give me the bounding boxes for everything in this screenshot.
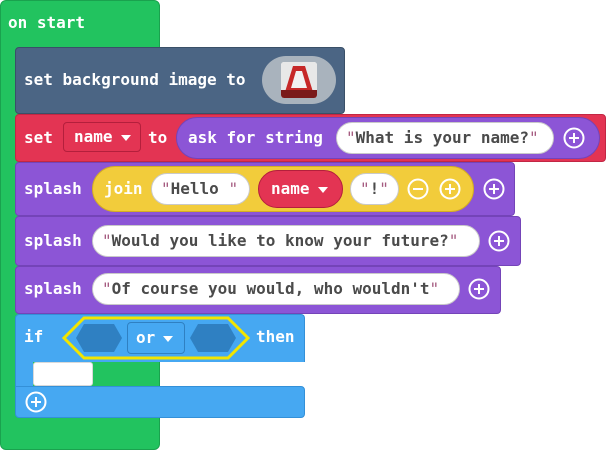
splash-label-1: splash: [24, 179, 82, 198]
add-else-icon[interactable]: [25, 391, 47, 413]
variable-dropdown-value: name: [74, 127, 113, 146]
on-start-label: on start: [8, 13, 86, 32]
join-label: join: [104, 179, 143, 198]
join-string-exclaim-value: !: [369, 179, 380, 198]
prompt-string-input[interactable]: "What is your name?": [336, 122, 554, 154]
splash-string-3[interactable]: "Of course you would, who wouldn't": [92, 273, 460, 305]
to-label: to: [148, 128, 168, 147]
add-parameter-icon[interactable]: [439, 178, 461, 200]
chevron-down-icon: [120, 134, 131, 141]
or-operator-value: or: [136, 328, 156, 347]
splash-string-3-value: Of course you would, who wouldn't: [111, 279, 430, 298]
if-block-arm: [15, 361, 33, 388]
join-variable-dropdown[interactable]: name: [258, 170, 343, 208]
join-string-exclaim[interactable]: "!": [350, 173, 399, 205]
or-operator-dropdown[interactable]: or: [127, 322, 185, 354]
variable-dropdown[interactable]: name: [63, 122, 141, 152]
splash-string-2[interactable]: "Would you like to know your future?": [92, 225, 480, 257]
then-label: then: [256, 327, 295, 346]
ask-for-string-label: ask for string: [188, 128, 323, 147]
splash-string-2-value: Would you like to know your future?: [111, 231, 449, 250]
join-variable-value: name: [271, 179, 310, 198]
set-background-image-label: set background image to: [24, 70, 246, 89]
set-label: set: [24, 128, 53, 147]
add-parameter-icon[interactable]: [563, 127, 585, 149]
add-parameter-icon[interactable]: [483, 178, 505, 200]
join-string-hello-value: Hello: [170, 179, 229, 198]
add-parameter-icon[interactable]: [488, 230, 510, 252]
chevron-down-icon: [317, 186, 328, 193]
chevron-down-icon: [163, 335, 174, 342]
add-parameter-icon[interactable]: [468, 278, 490, 300]
splash-label-2: splash: [24, 231, 82, 250]
remove-parameter-icon[interactable]: [407, 178, 429, 200]
image-thumbnail-icon: [281, 62, 317, 98]
if-empty-slot[interactable]: [33, 362, 93, 386]
prompt-string-value: What is your name?: [355, 128, 530, 147]
if-block-footer[interactable]: [15, 386, 305, 418]
if-label: if: [24, 327, 44, 346]
join-string-hello[interactable]: "Hello ": [151, 173, 250, 205]
splash-label-3: splash: [24, 279, 82, 298]
